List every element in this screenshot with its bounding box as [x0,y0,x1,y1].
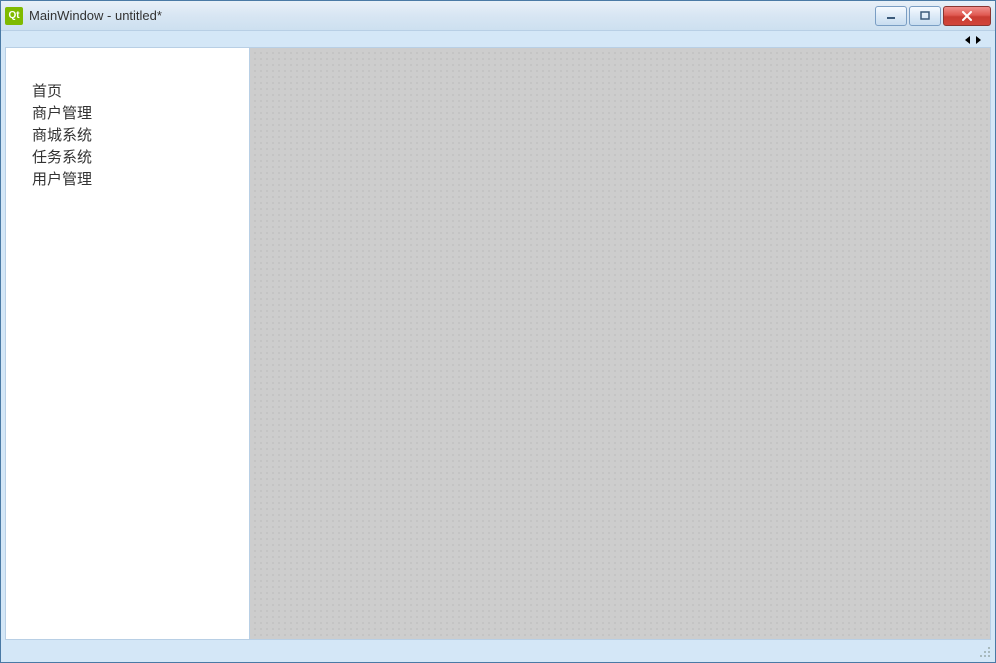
tab-nav-left[interactable] [963,35,973,47]
maximize-icon [920,11,930,21]
titlebar[interactable]: Qt MainWindow - untitled* [1,1,995,31]
tab-nav-right[interactable] [973,35,983,47]
resize-grip-icon [977,644,991,658]
sidebar-item-merchant[interactable]: 商户管理 [32,103,249,125]
design-canvas[interactable] [250,47,991,640]
sidebar-item-mall[interactable]: 商城系统 [32,125,249,147]
main-window: Qt MainWindow - untitled* [0,0,996,663]
tab-navigation [5,35,991,47]
chevron-left-icon [964,36,972,44]
close-button[interactable] [943,6,991,26]
sidebar-item-user[interactable]: 用户管理 [32,169,249,191]
app-icon: Qt [5,7,23,25]
client-area: 首页 商户管理 商城系统 任务系统 用户管理 [1,31,995,662]
sidebar: 首页 商户管理 商城系统 任务系统 用户管理 [5,47,250,640]
statusbar [5,640,991,658]
sidebar-item-task[interactable]: 任务系统 [32,147,249,169]
close-icon [961,11,973,21]
window-title: MainWindow - untitled* [29,8,875,23]
minimize-icon [886,11,896,21]
resize-grip[interactable] [977,644,991,658]
content-row: 首页 商户管理 商城系统 任务系统 用户管理 [5,47,991,640]
maximize-button[interactable] [909,6,941,26]
minimize-button[interactable] [875,6,907,26]
sidebar-item-home[interactable]: 首页 [32,81,249,103]
window-controls [875,6,991,26]
chevron-right-icon [974,36,982,44]
